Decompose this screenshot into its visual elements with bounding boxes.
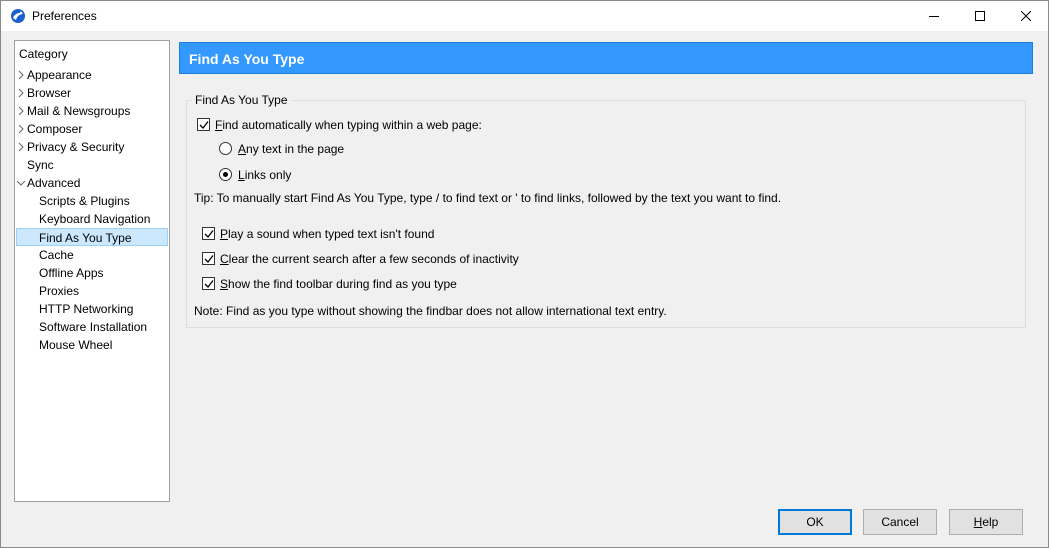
tree-item-http-networking[interactable]: HTTP Networking <box>39 300 133 318</box>
tree-item-privacy-security[interactable]: Privacy & Security <box>18 138 125 156</box>
tree-item-mouse-wheel[interactable]: Mouse Wheel <box>39 336 112 354</box>
checkmark-icon <box>204 230 214 238</box>
play-sound-checkbox[interactable] <box>202 227 215 240</box>
tree-item-label: Advanced <box>27 176 81 190</box>
checkmark-icon <box>204 280 214 288</box>
clear-search-checkbox[interactable] <box>202 252 215 265</box>
tree-item-label: Mouse Wheel <box>39 338 113 352</box>
find-automatically-checkbox[interactable] <box>197 118 210 131</box>
tip-text: Tip: To manually start Find As You Type,… <box>194 191 782 205</box>
tree-item-label: Keyboard Navigation <box>39 212 151 226</box>
preferences-window: Preferences Category Appearance Browser … <box>0 0 1049 548</box>
window-title: Preferences <box>32 9 97 23</box>
tree-item-label: Proxies <box>39 284 80 298</box>
chevron-right-icon[interactable] <box>16 66 26 84</box>
tree-item-proxies[interactable]: Proxies <box>39 282 79 300</box>
chevron-down-icon[interactable] <box>16 174 26 192</box>
category-tree[interactable]: Category Appearance Browser Mail & Newsg… <box>14 40 170 502</box>
tree-item-label: Privacy & Security <box>27 140 125 154</box>
tree-item-label: Find As You Type <box>39 231 132 245</box>
show-toolbar-checkbox[interactable] <box>202 277 215 290</box>
ok-button[interactable]: OK <box>778 509 852 535</box>
find-automatically-label: Find automatically when typing within a … <box>215 118 482 132</box>
tree-item-cache[interactable]: Cache <box>39 246 74 264</box>
tree-item-scripts-plugins[interactable]: Scripts & Plugins <box>39 192 130 210</box>
close-icon <box>1021 11 1031 21</box>
tree-item-sync[interactable]: Sync <box>27 156 54 174</box>
checkmark-icon <box>204 255 214 263</box>
any-text-label: Any text in the page <box>238 142 345 156</box>
tree-item-mail-newsgroups[interactable]: Mail & Newsgroups <box>18 102 131 120</box>
tree-item-label: HTTP Networking <box>39 302 134 316</box>
minimize-button[interactable] <box>911 1 957 31</box>
chevron-right-icon[interactable] <box>16 120 26 138</box>
tree-item-label: Browser <box>27 86 72 100</box>
chevron-right-icon[interactable] <box>16 84 26 102</box>
links-only-radio[interactable] <box>219 168 232 181</box>
tree-item-label: Mail & Newsgroups <box>27 104 131 118</box>
tree-item-advanced[interactable]: Advanced <box>16 174 81 192</box>
show-toolbar-label: Show the find toolbar during find as you… <box>220 277 457 291</box>
any-text-radio[interactable] <box>219 142 232 155</box>
panel-header: Find As You Type <box>179 42 1033 74</box>
tree-item-software-installation[interactable]: Software Installation <box>39 318 147 336</box>
radio-dot-icon <box>223 172 228 177</box>
seamonkey-app-icon <box>10 8 26 24</box>
groupbox-title: Find As You Type <box>192 93 291 107</box>
tree-item-offline-apps[interactable]: Offline Apps <box>39 264 104 282</box>
maximize-icon <box>975 11 985 21</box>
tree-item-label: Appearance <box>27 68 92 82</box>
tree-item-label: Offline Apps <box>39 266 104 280</box>
tree-item-composer[interactable]: Composer <box>18 120 83 138</box>
tree-item-appearance[interactable]: Appearance <box>18 66 92 84</box>
find-as-you-type-groupbox <box>186 100 1026 328</box>
chevron-right-icon[interactable] <box>16 102 26 120</box>
minimize-icon <box>929 16 939 17</box>
checkmark-icon <box>199 121 209 129</box>
close-button[interactable] <box>1003 1 1049 31</box>
title-bar[interactable]: Preferences <box>1 1 1048 31</box>
tree-item-label: Sync <box>27 158 54 172</box>
clear-search-label: Clear the current search after a few sec… <box>220 252 519 266</box>
tree-item-keyboard-navigation[interactable]: Keyboard Navigation <box>39 210 150 228</box>
tree-item-label: Composer <box>27 122 83 136</box>
help-button[interactable]: Help <box>949 509 1023 535</box>
cancel-button[interactable]: Cancel <box>863 509 937 535</box>
tree-item-label: Scripts & Plugins <box>39 194 130 208</box>
tree-item-find-as-you-type[interactable]: Find As You Type <box>16 228 168 246</box>
tree-item-browser[interactable]: Browser <box>18 84 72 102</box>
play-sound-label: Play a sound when typed text isn't found <box>220 227 435 241</box>
panel-title: Find As You Type <box>189 51 305 67</box>
tree-item-label: Cache <box>39 248 74 262</box>
chevron-right-icon[interactable] <box>16 138 26 156</box>
note-text: Note: Find as you type without showing t… <box>194 304 667 318</box>
links-only-label: Links only <box>238 168 292 182</box>
maximize-button[interactable] <box>957 1 1003 31</box>
tree-item-label: Software Installation <box>39 320 148 334</box>
category-header: Category <box>19 47 68 61</box>
